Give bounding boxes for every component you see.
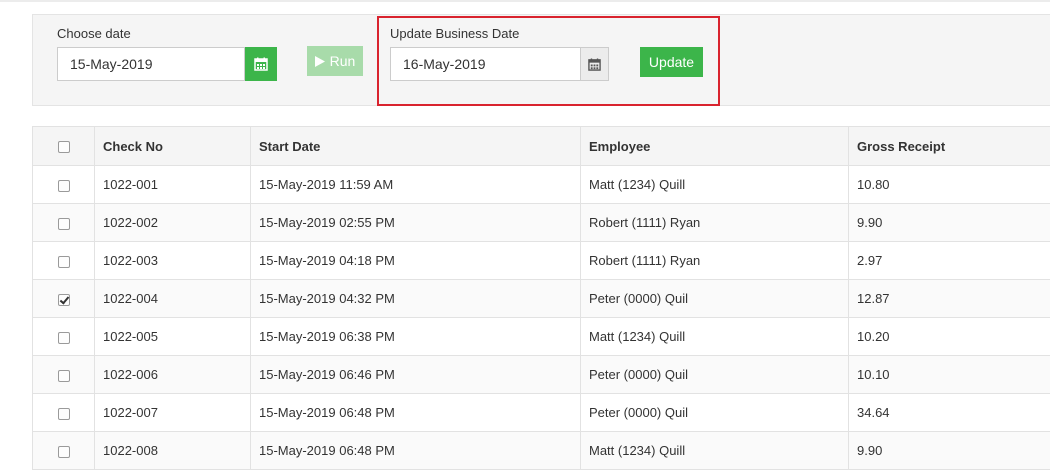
row-checkbox[interactable] xyxy=(57,331,70,344)
choose-date-input[interactable]: 15-May-2019 xyxy=(57,47,245,81)
cell-check-no: 1022-001 xyxy=(94,165,251,204)
cell-employee: Peter (0000) Quil xyxy=(580,393,849,432)
cell-employee: Peter (0000) Quil xyxy=(580,355,849,394)
row-checkbox[interactable] xyxy=(57,407,70,420)
cell-gross-receipt: 9.90 xyxy=(848,203,1050,242)
run-button-label: Run xyxy=(329,53,356,69)
cell-gross-receipt: 9.90 xyxy=(848,431,1050,470)
row-select-cell xyxy=(32,355,95,394)
cell-gross-receipt: 12.87 xyxy=(848,279,1050,318)
cell-start-date: 15-May-2019 06:46 PM xyxy=(250,355,581,394)
row-checkbox[interactable] xyxy=(57,217,70,230)
table-row[interactable]: 1022-006 15-May-2019 06:46 PM Peter (0000)… xyxy=(32,355,1050,394)
cell-check-no: 1022-008 xyxy=(94,431,251,470)
cell-employee: Matt (1234) Quill xyxy=(580,165,849,204)
select-all-cell xyxy=(32,126,95,166)
cell-check-no: 1022-004 xyxy=(94,279,251,318)
select-all-checkbox[interactable] xyxy=(57,141,70,154)
cell-start-date: 15-May-2019 02:55 PM xyxy=(250,203,581,242)
cell-gross-receipt: 10.80 xyxy=(848,165,1050,204)
row-select-cell xyxy=(32,431,95,470)
column-header-gross-receipt[interactable]: Gross Receipt xyxy=(848,126,1050,166)
table-row[interactable]: 1022-004 15-May-2019 04:32 PM Peter (0000)… xyxy=(32,279,1050,318)
cell-start-date: 15-May-2019 06:38 PM xyxy=(250,317,581,356)
cell-gross-receipt: 34.64 xyxy=(848,393,1050,432)
cell-employee: Robert (1111) Ryan xyxy=(580,203,849,242)
cell-check-no: 1022-002 xyxy=(94,203,251,242)
row-checkbox[interactable] xyxy=(57,255,70,268)
row-select-cell xyxy=(32,393,95,432)
row-checkbox[interactable] xyxy=(57,179,70,192)
cell-gross-receipt: 10.10 xyxy=(848,355,1050,394)
play-icon xyxy=(314,55,325,67)
cell-check-no: 1022-005 xyxy=(94,317,251,356)
cell-employee: Robert (1111) Ryan xyxy=(580,241,849,280)
table-body: 1022-001 15-May-2019 11:59 AM Matt (1234) … xyxy=(32,165,1050,470)
column-header-start-date[interactable]: Start Date xyxy=(250,126,581,166)
checks-table: Check No Start Date Employee Gross Recei… xyxy=(32,126,1050,470)
row-select-cell xyxy=(32,165,95,204)
cell-employee: Matt (1234) Quill xyxy=(580,431,849,470)
cell-start-date: 15-May-2019 04:18 PM xyxy=(250,241,581,280)
top-divider xyxy=(0,0,1050,2)
table-row[interactable]: 1022-001 15-May-2019 11:59 AM Matt (1234) … xyxy=(32,165,1050,204)
row-checkbox[interactable] xyxy=(57,445,70,458)
table-header-row: Check No Start Date Employee Gross Recei… xyxy=(32,126,1050,166)
cell-employee: Matt (1234) Quill xyxy=(580,317,849,356)
table-row[interactable]: 1022-007 15-May-2019 06:48 PM Peter (0000)… xyxy=(32,393,1050,432)
column-header-check-no[interactable]: Check No xyxy=(94,126,251,166)
choose-date-label: Choose date xyxy=(57,26,131,41)
row-select-cell xyxy=(32,241,95,280)
cell-start-date: 15-May-2019 11:59 AM xyxy=(250,165,581,204)
table-row[interactable]: 1022-008 15-May-2019 06:48 PM Matt (1234) … xyxy=(32,431,1050,470)
cell-check-no: 1022-006 xyxy=(94,355,251,394)
page: Choose date 15-May-2019 Run Update Busin… xyxy=(0,0,1050,473)
cell-employee: Peter (0000) Quil xyxy=(580,279,849,318)
choose-date-calendar-button[interactable] xyxy=(245,47,277,81)
table-row[interactable]: 1022-005 15-May-2019 06:38 PM Matt (1234) … xyxy=(32,317,1050,356)
highlight-box xyxy=(377,16,720,106)
cell-gross-receipt: 10.20 xyxy=(848,317,1050,356)
cell-start-date: 15-May-2019 06:48 PM xyxy=(250,393,581,432)
cell-gross-receipt: 2.97 xyxy=(848,241,1050,280)
calendar-icon xyxy=(254,57,268,71)
row-select-cell xyxy=(32,203,95,242)
row-select-cell xyxy=(32,279,95,318)
cell-start-date: 15-May-2019 04:32 PM xyxy=(250,279,581,318)
run-button[interactable]: Run xyxy=(307,46,363,76)
table-row[interactable]: 1022-002 15-May-2019 02:55 PM Robert (1111… xyxy=(32,203,1050,242)
table-row[interactable]: 1022-003 15-May-2019 04:18 PM Robert (1111… xyxy=(32,241,1050,280)
column-header-employee[interactable]: Employee xyxy=(580,126,849,166)
cell-check-no: 1022-007 xyxy=(94,393,251,432)
row-checkbox[interactable] xyxy=(57,293,70,306)
row-checkbox[interactable] xyxy=(57,369,70,382)
row-select-cell xyxy=(32,317,95,356)
cell-start-date: 15-May-2019 06:48 PM xyxy=(250,431,581,470)
cell-check-no: 1022-003 xyxy=(94,241,251,280)
